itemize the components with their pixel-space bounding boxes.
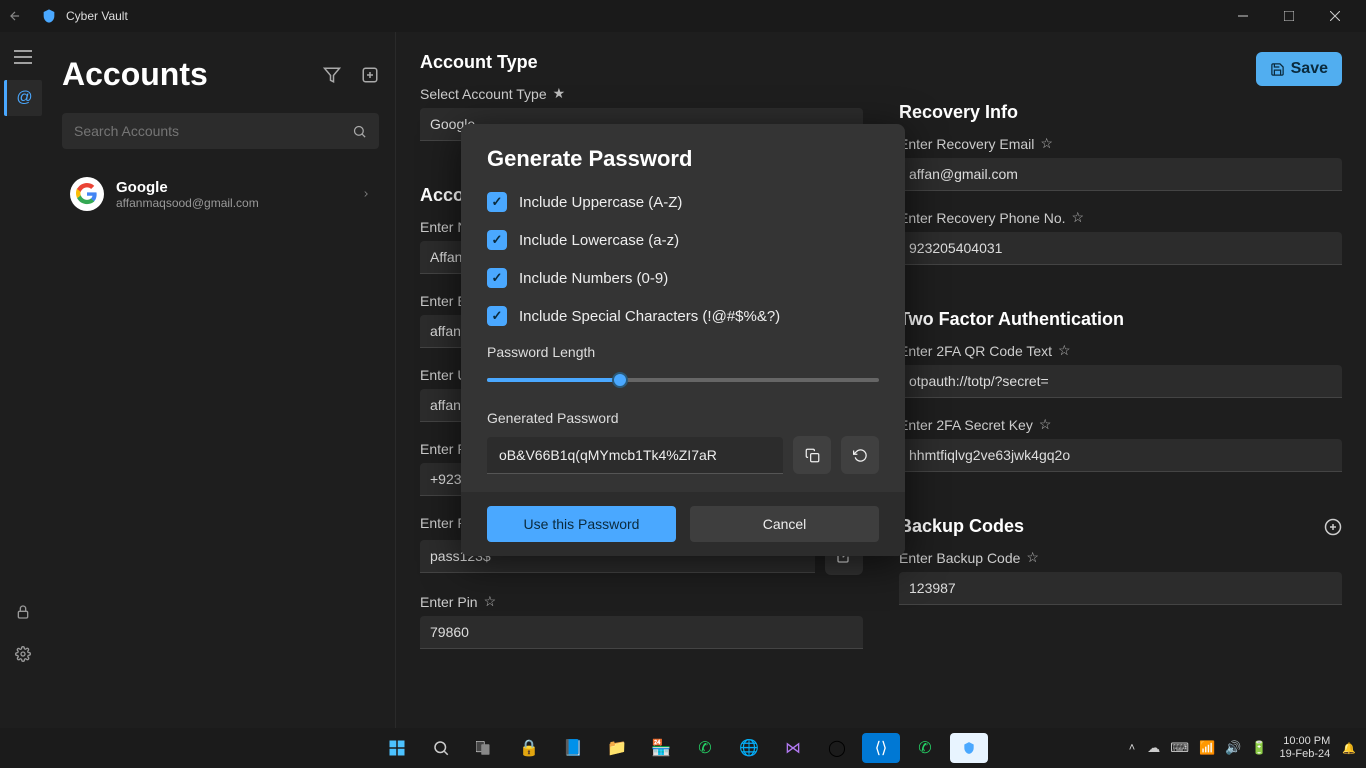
checkbox-lowercase[interactable]: ✓ [487, 230, 507, 250]
taskbar-app-1[interactable]: 🔒 [510, 733, 548, 763]
checkbox-uppercase[interactable]: ✓ [487, 192, 507, 212]
regenerate-button[interactable] [841, 436, 879, 474]
label-password-length: Password Length [487, 344, 879, 360]
taskbar-github[interactable]: ◯ [818, 733, 856, 763]
use-password-button[interactable]: Use this Password [487, 506, 676, 542]
tray-chevron[interactable]: ˄ [1129, 742, 1135, 754]
tray-notifications-icon[interactable]: 🔔 [1342, 742, 1356, 755]
tray-volume-icon[interactable]: 🔊 [1225, 740, 1241, 756]
tray-onedrive-icon[interactable]: ☁ [1147, 740, 1160, 756]
tray-battery-icon[interactable]: 🔋 [1251, 740, 1267, 756]
clock-date: 19-Feb-24 [1280, 748, 1331, 761]
label-lowercase: Include Lowercase (a-z) [519, 232, 679, 249]
task-view[interactable] [466, 733, 504, 763]
generate-password-dialog: Generate Password ✓ Include Uppercase (A-… [461, 124, 905, 556]
taskbar-clock[interactable]: 10:00 PM 19-Feb-24 [1280, 735, 1331, 761]
taskbar-vscode[interactable]: ⟨⟩ [862, 733, 900, 763]
label-generated: Generated Password [487, 410, 879, 426]
tray-keyboard-icon[interactable]: ⌨ [1170, 740, 1189, 756]
app-icon [40, 7, 58, 25]
label-numbers: Include Numbers (0-9) [519, 270, 668, 287]
label-uppercase: Include Uppercase (A-Z) [519, 194, 682, 211]
taskbar-search[interactable] [422, 733, 460, 763]
checkbox-numbers[interactable]: ✓ [487, 268, 507, 288]
maximize-button[interactable] [1266, 0, 1312, 32]
back-button[interactable] [8, 9, 32, 23]
taskbar-vs[interactable]: ⋈ [774, 733, 812, 763]
close-button[interactable] [1312, 0, 1358, 32]
modal-title: Generate Password [487, 146, 879, 172]
length-slider[interactable] [487, 370, 879, 390]
tray-wifi-icon[interactable]: 📶 [1199, 740, 1215, 756]
titlebar: Cyber Vault [0, 0, 1366, 32]
taskbar-app-2[interactable]: 📘 [554, 733, 592, 763]
label-special: Include Special Characters (!@#$%&?) [519, 308, 780, 325]
modal-backdrop: Generate Password ✓ Include Uppercase (A-… [0, 32, 1366, 728]
generated-password-field[interactable] [487, 437, 783, 474]
minimize-button[interactable] [1220, 0, 1266, 32]
taskbar-whatsapp[interactable]: ✆ [686, 733, 724, 763]
taskbar-chrome[interactable]: 🌐 [730, 733, 768, 763]
app-title: Cyber Vault [66, 9, 128, 23]
clock-time: 10:00 PM [1280, 735, 1331, 748]
start-button[interactable] [378, 733, 416, 763]
taskbar-whatsapp2[interactable]: ✆ [906, 733, 944, 763]
taskbar-cybervault[interactable] [950, 733, 988, 763]
cancel-button[interactable]: Cancel [690, 506, 879, 542]
taskbar-explorer[interactable]: 📁 [598, 733, 636, 763]
taskbar-store[interactable]: 🏪 [642, 733, 680, 763]
taskbar: 🔒 📘 📁 🏪 ✆ 🌐 ⋈ ◯ ⟨⟩ ✆ ˄ ☁ ⌨ 📶 🔊 🔋 10:00 P… [0, 728, 1366, 768]
checkbox-special[interactable]: ✓ [487, 306, 507, 326]
copy-button[interactable] [793, 436, 831, 474]
